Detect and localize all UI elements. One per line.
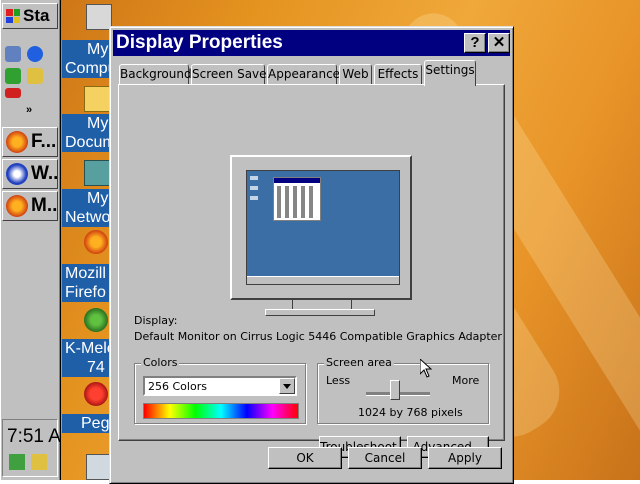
- slider-less-label: Less: [326, 374, 351, 387]
- tab-effects[interactable]: Effects: [374, 64, 422, 85]
- kmeleon-icon[interactable]: [84, 308, 108, 332]
- screen-area-group: Screen area Less More 1024 by 768 pixels: [317, 356, 489, 424]
- firefox-icon[interactable]: [84, 230, 108, 254]
- ok-button[interactable]: OK: [268, 447, 342, 469]
- slider-more-label: More: [452, 374, 480, 387]
- screen-area-group-label: Screen area: [324, 356, 394, 369]
- close-button[interactable]: ✕: [488, 33, 510, 53]
- monitor-neck: [292, 300, 352, 309]
- color-spectrum-bar: [143, 403, 299, 419]
- display-adapter-value: Default Monitor on Cirrus Logic 5446 Com…: [134, 330, 502, 343]
- colors-select[interactable]: 256 Colors: [143, 376, 297, 396]
- desktop-icon-label-firefox[interactable]: Mozill Firefo: [62, 264, 109, 302]
- taskbar-button-mozilla[interactable]: M...: [2, 191, 58, 221]
- windows-flag-icon: [6, 9, 20, 23]
- chevron-down-icon[interactable]: [279, 378, 295, 394]
- folder-icon[interactable]: [84, 86, 110, 112]
- network-icon[interactable]: [84, 160, 110, 186]
- quicklaunch-media-icon[interactable]: [5, 88, 21, 98]
- title-bar[interactable]: Display Properties ? ✕: [113, 30, 510, 56]
- taskbar-button-firefox[interactable]: F...: [2, 127, 58, 157]
- cancel-button[interactable]: Cancel: [348, 447, 422, 469]
- quicklaunch-ie-icon[interactable]: [27, 46, 43, 62]
- desktop-icon-label-my-network[interactable]: My Netwo: [62, 189, 114, 227]
- colors-select-value: 256 Colors: [148, 380, 207, 393]
- clock[interactable]: 7:51 A: [7, 426, 61, 448]
- window-title: Display Properties: [116, 32, 283, 53]
- resolution-label: 1024 by 768 pixels: [358, 406, 463, 419]
- settings-panel: Display: Default Monitor on Cirrus Logic…: [118, 84, 505, 458]
- monitor-preview: [230, 155, 412, 300]
- search-tray-icon[interactable]: [31, 454, 47, 470]
- quicklaunch-channels-icon[interactable]: [5, 68, 21, 84]
- pegasus-icon[interactable]: [84, 382, 108, 406]
- tab-settings[interactable]: Settings: [424, 60, 476, 86]
- quicklaunch-desktop-icon[interactable]: [5, 46, 21, 62]
- help-button[interactable]: ?: [464, 33, 486, 53]
- start-button[interactable]: Sta: [2, 3, 58, 29]
- display-properties-window: Display Properties ? ✕ Background Screen…: [109, 26, 514, 484]
- mini-desktop-icons: [250, 176, 258, 206]
- system-tray: 7:51 A: [2, 419, 61, 477]
- display-label: Display:: [134, 314, 178, 327]
- quicklaunch-more-icon[interactable]: »: [26, 104, 42, 116]
- firefox-icon: [6, 195, 28, 217]
- media-player-icon: [6, 163, 28, 185]
- screen-area-slider-thumb[interactable]: [389, 380, 400, 400]
- monitor-preview-screen: [246, 170, 400, 285]
- tab-web[interactable]: Web: [339, 64, 372, 85]
- monitor-base: [265, 309, 375, 316]
- quicklaunch-search-icon[interactable]: [27, 68, 43, 84]
- colors-group: Colors 256 Colors: [134, 356, 306, 424]
- tab-appearance[interactable]: Appearance: [267, 64, 340, 85]
- mini-taskbar: [247, 276, 399, 284]
- colors-group-label: Colors: [141, 356, 180, 369]
- mouse-cursor-icon: [420, 359, 432, 378]
- taskbar-button-winamp[interactable]: W...: [2, 159, 58, 189]
- firefox-icon: [6, 131, 28, 153]
- network-tray-icon[interactable]: [9, 454, 25, 470]
- mini-window-preview: [273, 177, 321, 221]
- tab-screen-saver[interactable]: Screen Saver: [191, 64, 271, 85]
- apply-button[interactable]: Apply: [428, 447, 502, 469]
- tab-background[interactable]: Background: [119, 64, 192, 85]
- taskbar: Sta » F... W... M... 7:51 A: [0, 0, 61, 480]
